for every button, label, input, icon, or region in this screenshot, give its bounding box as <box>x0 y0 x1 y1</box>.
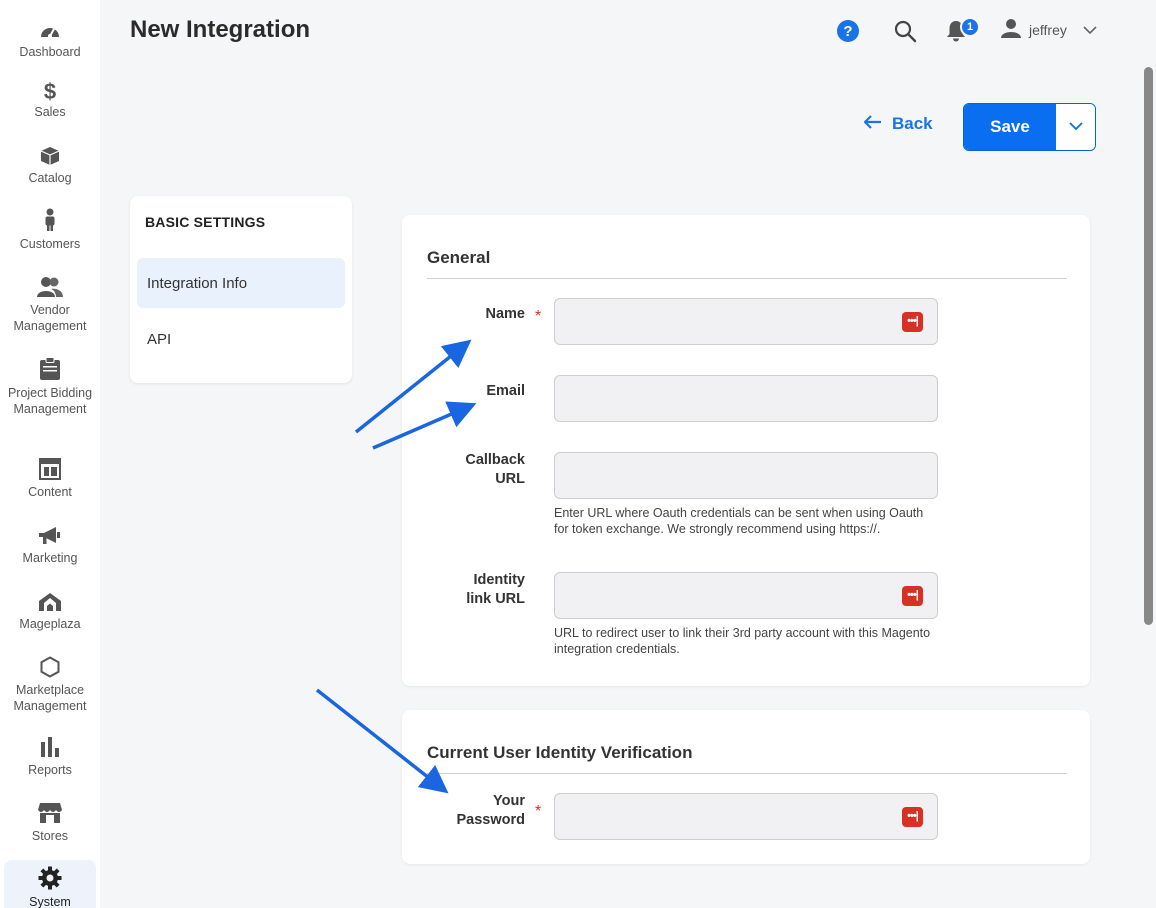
megaphone-icon <box>38 520 62 546</box>
nav-project-bidding-management[interactable]: Project Bidding Management <box>0 355 100 417</box>
nav-vendor-management[interactable]: Vendor Management <box>0 272 100 334</box>
divider <box>427 773 1067 774</box>
save-button-group: Save <box>963 103 1096 151</box>
identity-link-url-label: Identity link URL <box>466 572 525 607</box>
bar-chart-icon <box>39 732 61 758</box>
nav-label: Sales <box>34 105 66 119</box>
settings-nav-title: BASIC SETTINGS <box>145 214 266 230</box>
nav-label: Content <box>28 485 72 499</box>
divider <box>427 278 1067 279</box>
required-mark: * <box>535 308 542 325</box>
mageplaza-icon <box>38 586 62 612</box>
nav-label: Marketplace Management <box>13 683 87 713</box>
nav-label: Catalog <box>28 171 72 185</box>
settings-link-api[interactable]: API <box>137 314 345 364</box>
main-content: New Integration ? 1 jeffrey Back Save BA… <box>100 0 1141 908</box>
nav-reports[interactable]: Reports <box>0 732 100 778</box>
password-manager-icon[interactable]: •••| <box>902 586 923 606</box>
identity-link-url-input[interactable]: •••| <box>554 572 938 619</box>
nav-label: System <box>29 895 71 908</box>
nav-sales[interactable]: $ Sales <box>0 74 100 120</box>
layout-icon <box>39 454 61 480</box>
hexagon-icon <box>40 652 60 678</box>
back-button[interactable]: Back <box>863 114 933 134</box>
nav-label: Reports <box>28 763 72 777</box>
nav-label: Project Bidding Management <box>7 386 93 416</box>
password-input[interactable]: •••| <box>554 793 938 840</box>
settings-nav-card: BASIC SETTINGS Integration Info API <box>130 196 352 383</box>
nav-marketing[interactable]: Marketing <box>0 520 100 566</box>
identity-link-url-note: URL to redirect user to link their 3rd p… <box>554 626 931 656</box>
nav-marketplace-management[interactable]: Marketplace Management <box>0 652 100 714</box>
password-label: Your Password <box>456 793 526 828</box>
dashboard-icon <box>39 14 61 40</box>
callback-url-input[interactable] <box>554 452 938 499</box>
nav-content[interactable]: Content <box>0 454 100 500</box>
help-icon[interactable]: ? <box>837 20 859 42</box>
page-title: New Integration <box>130 16 311 43</box>
save-options-toggle[interactable] <box>1056 104 1095 150</box>
clipboard-icon <box>39 355 61 381</box>
password-manager-icon[interactable]: •••| <box>902 312 923 332</box>
nav-customers[interactable]: Customers <box>0 206 100 252</box>
nav-mageplaza[interactable]: Mageplaza <box>0 586 100 632</box>
callback-url-label: Callback URL <box>465 452 525 487</box>
nav-label: Mageplaza <box>19 617 81 631</box>
gear-icon <box>38 866 62 890</box>
nav-label: Marketing <box>22 551 78 565</box>
nav-label: Customers <box>19 237 81 251</box>
verification-card: Current User Identity Verification Your … <box>402 710 1090 864</box>
nav-label: Vendor Management <box>13 303 87 333</box>
user-menu[interactable]: jeffrey <box>1001 18 1097 41</box>
settings-link-integration-info[interactable]: Integration Info <box>137 258 345 308</box>
email-input[interactable] <box>554 375 938 422</box>
store-icon <box>37 798 63 824</box>
save-button[interactable]: Save <box>964 104 1056 150</box>
dollar-icon: $ <box>43 79 57 104</box>
name-label: Name <box>485 306 526 322</box>
users-icon <box>37 272 63 298</box>
nav-catalog[interactable]: Catalog <box>0 140 100 186</box>
nav-system[interactable]: System <box>4 860 96 908</box>
verification-title: Current User Identity Verification <box>427 743 693 762</box>
username: jeffrey <box>1029 21 1067 38</box>
notification-badge[interactable]: 1 <box>960 17 980 37</box>
box-icon <box>40 140 60 166</box>
general-card: General Name * •••| Email Callback URL E… <box>402 215 1090 686</box>
email-label: Email <box>486 383 525 399</box>
person-icon <box>44 206 56 232</box>
nav-dashboard[interactable]: Dashboard <box>0 14 100 60</box>
back-label: Back <box>892 114 933 133</box>
callback-url-note: Enter URL where Oauth credentials can be… <box>554 506 924 536</box>
nav-label: Dashboard <box>19 45 81 59</box>
admin-sidebar: Dashboard $ Sales Catalog Customers Vend… <box>0 0 100 908</box>
arrow-left-icon <box>863 114 882 134</box>
chevron-down-icon <box>1083 22 1097 38</box>
nav-stores[interactable]: Stores <box>0 798 100 844</box>
nav-label: Stores <box>31 829 69 843</box>
chevron-down-icon <box>1068 118 1083 136</box>
search-icon[interactable] <box>893 19 917 48</box>
user-avatar-icon <box>1001 18 1021 41</box>
name-input[interactable]: •••| <box>554 298 938 345</box>
scrollbar-thumb[interactable] <box>1144 67 1153 625</box>
required-mark: * <box>535 803 542 820</box>
general-title: General <box>427 248 491 267</box>
password-manager-icon[interactable]: •••| <box>902 807 923 827</box>
